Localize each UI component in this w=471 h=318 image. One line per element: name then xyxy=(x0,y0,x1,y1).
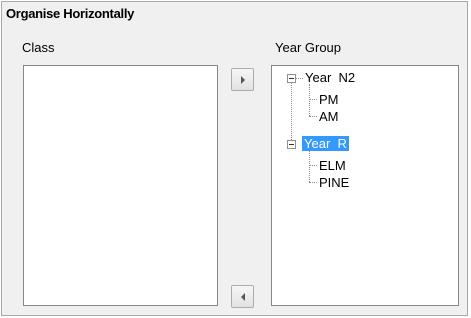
move-right-button[interactable] xyxy=(231,68,254,91)
organise-horizontally-panel: Organise Horizontally Class Year Group Y… xyxy=(1,1,468,316)
triangle-left-icon xyxy=(240,292,245,301)
tree-node-elm[interactable]: ELM xyxy=(317,158,348,173)
year-group-tree[interactable]: Year N2 PM AM Year R ELM PINE xyxy=(271,65,459,306)
class-listbox[interactable] xyxy=(23,65,218,306)
tree-node-am[interactable]: AM xyxy=(317,109,341,124)
tree-node-year-r[interactable]: Year R xyxy=(302,136,349,151)
collapse-year-r-icon[interactable] xyxy=(287,140,296,149)
tree-node-pm[interactable]: PM xyxy=(317,92,341,107)
panel-title: Organise Horizontally xyxy=(6,6,135,21)
triangle-right-icon xyxy=(240,75,245,84)
tree-connector xyxy=(309,99,317,100)
year-group-label: Year Group xyxy=(275,40,342,55)
tree-connector xyxy=(296,78,303,79)
class-label: Class xyxy=(22,40,55,55)
tree-connector xyxy=(309,165,317,166)
tree-connector xyxy=(309,84,310,116)
tree-connector xyxy=(309,116,317,117)
tree-connector xyxy=(309,182,317,183)
tree-connector xyxy=(291,78,292,142)
collapse-year-n2-icon[interactable] xyxy=(287,74,296,83)
tree-view: Year N2 PM AM Year R ELM PINE xyxy=(272,66,458,305)
move-left-button[interactable] xyxy=(231,285,254,308)
tree-node-pine[interactable]: PINE xyxy=(317,175,351,190)
tree-node-year-n2[interactable]: Year N2 xyxy=(303,70,357,85)
